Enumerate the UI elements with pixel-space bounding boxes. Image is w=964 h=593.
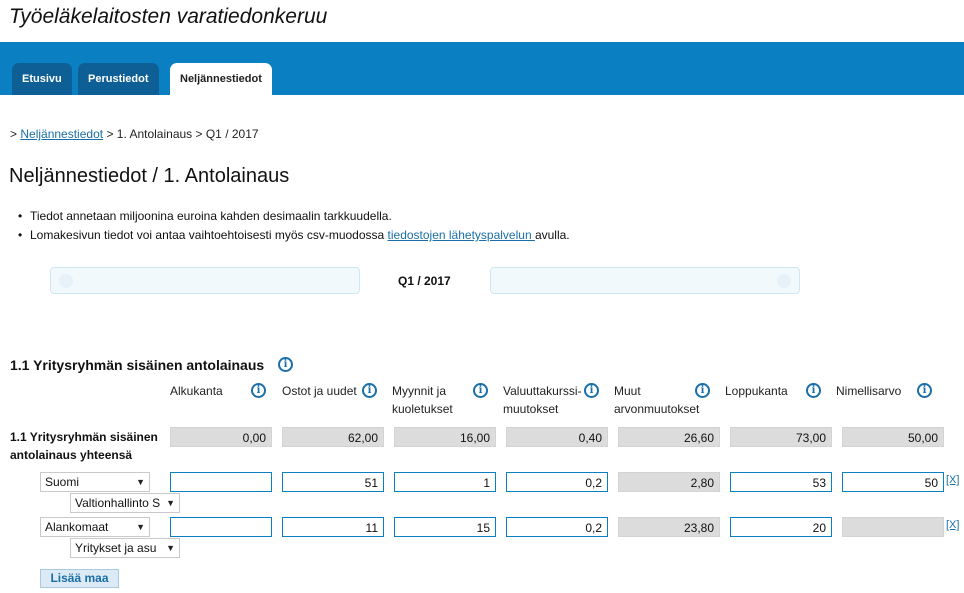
info-icon[interactable]: i <box>278 357 293 372</box>
input-valuutta[interactable]: 0,2 <box>506 472 608 492</box>
info-icon[interactable]: i <box>695 383 710 398</box>
chevron-down-icon: ▼ <box>136 477 145 487</box>
total-loppukanta: 73,00 <box>730 427 832 447</box>
upload-service-link[interactable]: tiedostojen lähetyspalvelun <box>388 228 535 242</box>
remove-row-button[interactable]: [X] <box>946 519 959 531</box>
total-label-line: 1.1 Yritysryhmän sisäinen <box>10 430 158 444</box>
total-row-label: 1.1 Yritysryhmän sisäinen antolainaus yht… <box>10 428 165 464</box>
input-myynnit[interactable]: 15 <box>394 517 496 537</box>
country-select[interactable]: Alankomaat ▼ <box>40 517 150 537</box>
input-ostot[interactable]: 11 <box>282 517 384 537</box>
total-label-line: antolainaus yhteensä <box>10 448 133 462</box>
info-icon[interactable]: i <box>917 383 932 398</box>
info-icon[interactable]: i <box>251 383 266 398</box>
section-title-text: 1.1 Yritysryhmän sisäinen antolainaus <box>10 357 265 373</box>
next-icon <box>777 274 791 288</box>
total-ostot: 62,00 <box>282 427 384 447</box>
page-title: Neljännestiedot / 1. Antolainaus <box>9 165 290 187</box>
column-header-line: kuoletukset <box>392 402 453 416</box>
sector-select-value: Valtionhallinto S <box>75 496 161 510</box>
sector-select[interactable]: Valtionhallinto S ▼ <box>70 493 180 513</box>
previous-period-button[interactable] <box>50 267 360 294</box>
input-nimellisarvo[interactable]: 50 <box>842 472 944 492</box>
computed-muut: 2,80 <box>618 472 720 492</box>
input-loppukanta[interactable]: 53 <box>730 472 832 492</box>
info-icon[interactable]: i <box>362 383 377 398</box>
tab-label: Neljännestiedot <box>180 73 262 85</box>
disabled-nimellisarvo <box>842 517 944 537</box>
info-list: Tiedot annetaan miljoonina euroina kahde… <box>18 208 570 246</box>
previous-icon <box>59 274 73 288</box>
total-alkukanta: 0,00 <box>170 427 272 447</box>
total-valuutta: 0,40 <box>506 427 608 447</box>
bullet-text: Lomakesivun tiedot voi antaa vaihtoehtoi… <box>30 228 388 242</box>
input-alkukanta[interactable] <box>170 517 272 537</box>
tab-label: Etusivu <box>22 73 62 85</box>
input-valuutta[interactable]: 0,2 <box>506 517 608 537</box>
total-nimellisarvo: 50,00 <box>842 427 944 447</box>
breadcrumb-rest: > 1. Antolainaus > Q1 / 2017 <box>106 127 259 141</box>
sector-select[interactable]: Yritykset ja asu ▼ <box>70 538 180 558</box>
info-icon[interactable]: i <box>806 383 821 398</box>
breadcrumb-link[interactable]: Neljännestiedot <box>20 127 103 141</box>
total-muut: 26,60 <box>618 427 720 447</box>
input-myynnit[interactable]: 1 <box>394 472 496 492</box>
info-icon[interactable]: i <box>473 383 488 398</box>
app-title: Työeläkelaitosten varatiedonkeruu <box>9 5 328 28</box>
chevron-down-icon: ▼ <box>166 543 175 553</box>
remove-row-button[interactable]: [X] <box>946 474 959 486</box>
add-country-button[interactable]: Lisää maa <box>40 569 119 588</box>
country-select-value: Suomi <box>45 475 80 489</box>
breadcrumb: > Neljännestiedot > 1. Antolainaus > Q1 … <box>10 127 259 141</box>
list-item: Lomakesivun tiedot voi antaa vaihtoehtoi… <box>18 227 570 246</box>
tab-label: Perustiedot <box>88 73 149 85</box>
next-period-button[interactable] <box>490 267 800 294</box>
column-header-line: muutokset <box>503 402 559 416</box>
total-myynnit: 16,00 <box>394 427 496 447</box>
column-header-line: arvonmuutokset <box>614 402 700 416</box>
country-select-value: Alankomaat <box>45 520 109 534</box>
section-title: 1.1 Yritysryhmän sisäinen antolainaus i <box>10 357 293 373</box>
bullet-text: Tiedot annetaan miljoonina euroina kahde… <box>30 209 392 223</box>
country-select[interactable]: Suomi ▼ <box>40 472 150 492</box>
breadcrumb-prefix: > <box>10 127 18 141</box>
tab-neljannestiedot[interactable]: Neljännestiedot <box>170 63 272 95</box>
input-alkukanta[interactable] <box>170 472 272 492</box>
tab-perustiedot[interactable]: Perustiedot <box>78 63 159 95</box>
tab-etusivu[interactable]: Etusivu <box>12 63 72 95</box>
chevron-down-icon: ▼ <box>136 522 145 532</box>
list-item: Tiedot annetaan miljoonina euroina kahde… <box>18 208 570 227</box>
info-icon[interactable]: i <box>584 383 599 398</box>
computed-muut: 23,80 <box>618 517 720 537</box>
input-ostot[interactable]: 51 <box>282 472 384 492</box>
bullet-text: avulla. <box>534 228 570 242</box>
input-loppukanta[interactable]: 20 <box>730 517 832 537</box>
chevron-down-icon: ▼ <box>166 498 175 508</box>
sector-select-value: Yritykset ja asu <box>75 541 157 555</box>
period-label: Q1 / 2017 <box>398 274 451 288</box>
